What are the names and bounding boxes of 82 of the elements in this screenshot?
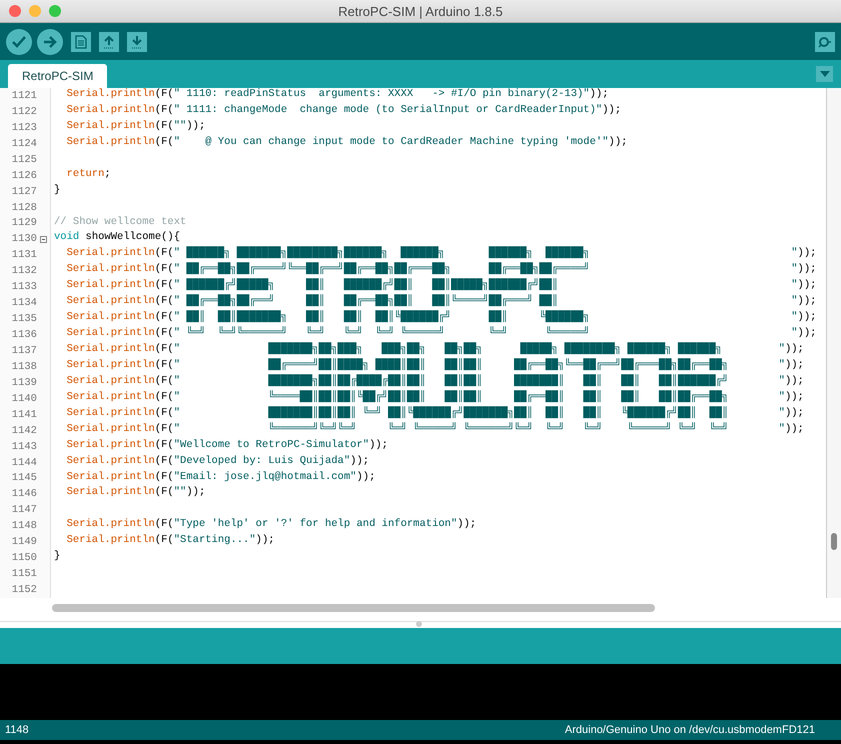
line-number: 1132 <box>12 265 37 278</box>
line-number: 1140 <box>12 392 37 405</box>
line-number: 1149 <box>12 536 37 548</box>
line-number: 1122 <box>12 106 37 118</box>
open-button[interactable] <box>99 32 119 52</box>
code-line: Serial.println(F("Wellcome to RetroPC-Simulator")); <box>66 438 389 453</box>
line-number: 1142 <box>12 424 37 437</box>
line-number: 1121 <box>12 90 37 102</box>
board-port-label: Arduino/Genuino Uno on /dev/cu.usbmodemFD121 <box>564 724 815 736</box>
search-icon <box>818 36 832 48</box>
code-line: return; <box>66 168 112 182</box>
line-number: 1133 <box>12 281 37 294</box>
line-number: 1138 <box>12 360 37 373</box>
code-line: Serial.println(F(" ╚════██║██║██║╚██╔╝██║██║ ██║██║ ██╔══██║ ██║ ██║ ██║██╔══██╗ ")); <box>66 390 805 405</box>
down-arrow-icon <box>131 34 143 48</box>
code-line: } <box>54 550 62 564</box>
zoom-button[interactable] <box>49 5 61 17</box>
code-line: Serial.println(F(" ╚══════╝╚═╝╚═╝ ╚═╝ ╚═════╝ ╚══════╝╚═╝ ╚═╝ ╚═╝ ╚═════╝ ╚═╝ ╚═╝ ")); <box>66 422 805 437</box>
code-line: Serial.println(F(" ███████║██║██║ ╚═╝ ██║╚██████╔╝███████╗██║ ██║ ██║ ╚██████╔╝██║ ██║ ")); <box>66 406 805 421</box>
code-line: Serial.println(F(" ███████╗██╗███╗ ███╗██╗ ██╗██╗ █████╗ ████████╗ ██████╗ ██████╗ ")); <box>66 343 805 357</box>
line-number: 1151 <box>12 568 37 580</box>
line-number: 1146 <box>12 488 37 500</box>
code-line: Serial.println(F("Email: jose.jlq@hotmail.com")); <box>66 470 376 484</box>
line-number: 1152 <box>12 584 37 596</box>
line-number: 1141 <box>12 408 37 421</box>
save-button[interactable] <box>127 32 147 52</box>
line-number: 1144 <box>12 456 37 469</box>
vertical-scrollbar[interactable] <box>827 88 841 598</box>
caret-icon <box>820 71 830 77</box>
code-line: } <box>54 184 62 198</box>
line-number: 1150 <box>12 552 37 564</box>
line-number: 1136 <box>12 329 37 342</box>
right-arrow-icon <box>43 36 57 48</box>
code-line: Serial.println(F(" ███████╗██║██╔████╔██║██║ ██║██║ ███████║ ██║ ██║ ██║██████╔╝ ")); <box>66 374 805 389</box>
code-line: Serial.println(F(" 1111: changeMode change mode (to SerialInput or CardReaderInput)")); <box>66 104 622 118</box>
line-number: 1143 <box>12 440 37 453</box>
line-number: 1134 <box>12 297 37 310</box>
line-number: 1135 <box>12 313 37 326</box>
code-line: Serial.println(F(" ██║ ██║███████╗ ██║ ██║ ██║╚██████╔╝ ██║ ╚██████╗ ")); <box>66 311 818 326</box>
line-number: 1128 <box>12 202 37 214</box>
line-number: 1130 <box>12 233 37 246</box>
line-number: 1124 <box>12 138 37 150</box>
line-number: 1147 <box>12 504 37 516</box>
line-number: 1145 <box>12 472 37 484</box>
document-icon <box>75 34 87 48</box>
code-line: Serial.println(F("")); <box>66 120 206 134</box>
code-line: // Show wellcome text <box>54 216 188 230</box>
check-icon <box>12 36 26 48</box>
line-number: 1126 <box>12 170 37 182</box>
line-number: 1123 <box>12 122 37 134</box>
upload-button[interactable] <box>37 28 63 54</box>
line-number: 1137 <box>12 344 37 357</box>
close-button[interactable] <box>9 5 21 17</box>
code-line: Serial.println(F(" ██╔══██╗██╔══╝ ██║ ██╔══██╗██║ ██║╚════╝██╔═══╝ ██║ ")); <box>66 295 818 310</box>
splitter-handle[interactable] <box>416 621 422 627</box>
line-number: 1127 <box>12 186 37 198</box>
file-tab[interactable]: RetroPC-SIM <box>8 64 108 88</box>
code-line: Serial.println(F("Developed by: Luis Quijada")); <box>66 454 370 469</box>
fold-icon[interactable] <box>40 236 47 243</box>
line-number: 1148 <box>12 520 37 532</box>
code-line: Serial.println(F(" ██████╔╝█████╗ ██║ ██████╔╝██║ ██║█████╗██████╔╝██║ ")); <box>66 279 818 294</box>
code-line: Serial.println(F(" ██████╗ ███████╗████████╗██████╗ ██████╗ ██████╗ ██████╗ ")); <box>66 247 818 262</box>
line-indicator: 1148 <box>5 724 29 736</box>
code-line: Serial.println(F(" ██╔══██╗██╔════╝╚══██╔══╝██╔══██╗██╔═══██╗ ██╔══██╗██╔════╝ ")); <box>66 263 818 278</box>
line-number: 1129 <box>12 217 37 230</box>
code-line: Serial.println(F("")); <box>66 486 206 500</box>
new-button[interactable] <box>71 32 91 52</box>
code-line: Serial.println(F(" @ You can change input mode to CardReader Machine typing 'mode'")); <box>66 136 628 150</box>
window-title: RetroPC-SIM | Arduino 1.8.5 <box>337 4 504 18</box>
serial-monitor-button[interactable] <box>815 32 835 52</box>
line-number: 1125 <box>12 154 37 166</box>
code-line: void showWellcome(){ <box>54 231 182 246</box>
code-line: Serial.println(F(" ██╔════╝██║████╗ ████║██║ ██║██║ ██╔══██╗╚══██╔══╝██╔═══██╗██╔══██╗ ")); <box>66 358 805 373</box>
code-line: Serial.println(F(" ╚═╝ ╚═╝╚══════╝ ╚═╝ ╚═╝ ╚═╝ ╚═════╝ ╚═╝ ╚═════╝ ")); <box>66 327 818 342</box>
line-number: 1131 <box>12 249 37 262</box>
code-line: Serial.println(F(" 1110: readPinStatus arguments: XXXX -> #I/O pin binary(2-13)")); <box>66 88 610 102</box>
tab-menu-button[interactable] <box>816 66 833 82</box>
code-line: Serial.println(F("Type 'help' or '?' for help and information")); <box>66 518 478 532</box>
verify-button[interactable] <box>6 28 32 54</box>
line-number: 1139 <box>12 376 37 389</box>
up-arrow-icon <box>103 34 115 48</box>
code-line: Serial.println(F("Starting...")); <box>66 534 276 548</box>
